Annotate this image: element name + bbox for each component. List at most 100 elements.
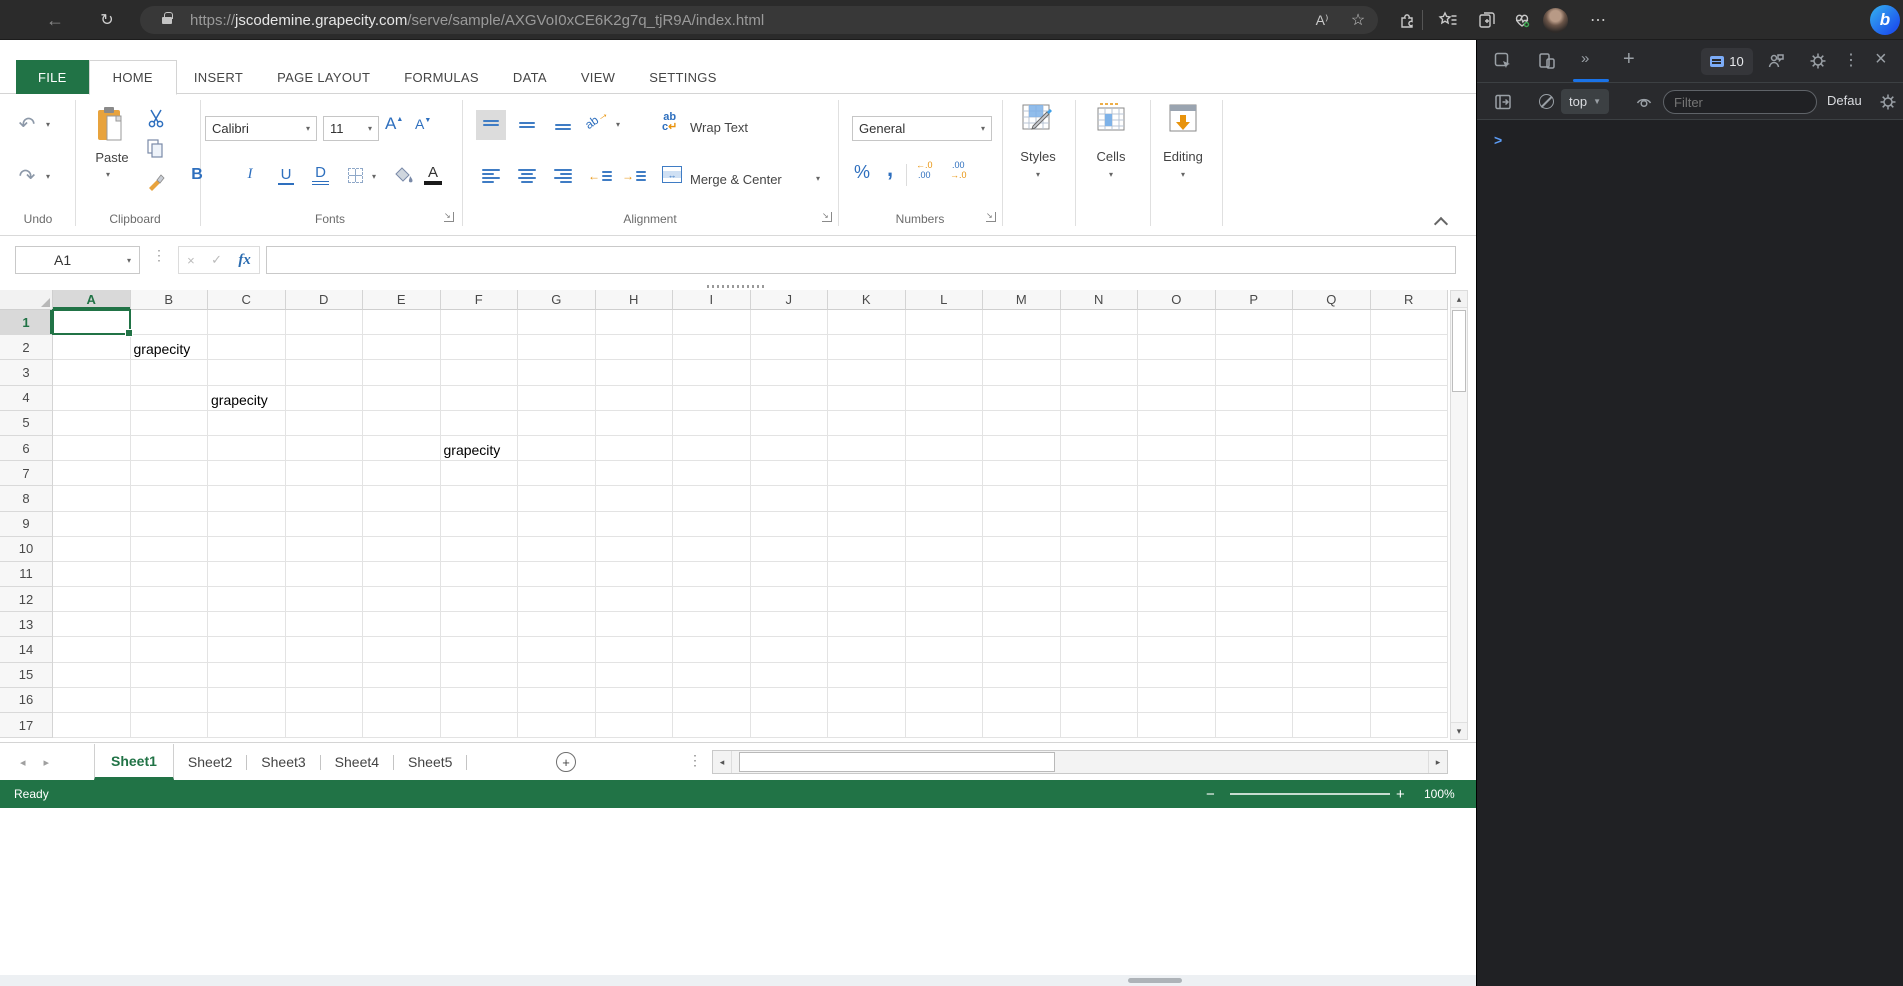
grid-cell-J7[interactable] (750, 461, 828, 487)
cells-button[interactable]: Cells ▾ (1078, 102, 1144, 228)
row-header-17[interactable]: 17 (0, 713, 53, 739)
url-text[interactable]: https://jscodemine.grapecity.com/serve/s… (190, 12, 764, 29)
ribbon-tab-insert[interactable]: INSERT (177, 60, 260, 94)
grid-cell-R16[interactable] (1370, 687, 1448, 713)
grid-cell-C13[interactable] (208, 612, 286, 638)
grid-cell-E11[interactable] (363, 561, 441, 588)
ribbon-tab-file[interactable]: FILE (16, 60, 89, 94)
grid-cell-L5[interactable] (905, 410, 983, 436)
editing-button[interactable]: Editing ▾ (1150, 102, 1216, 228)
bing-chat-icon[interactable]: b (1870, 5, 1900, 35)
grid-cell-B4[interactable] (130, 385, 208, 411)
grid-cell-H12[interactable] (595, 587, 673, 613)
grid-cell-G10[interactable] (518, 536, 596, 562)
select-all-corner[interactable] (0, 290, 53, 310)
grid-cell-P13[interactable] (1215, 612, 1293, 638)
grid-cell-K10[interactable] (828, 536, 906, 562)
grid-cell-H13[interactable] (595, 612, 673, 638)
grid-cell-I8[interactable] (673, 486, 751, 512)
grid-cell-O10[interactable] (1138, 536, 1216, 562)
grid-cell-G3[interactable] (518, 360, 596, 386)
grid-cell-L11[interactable] (905, 561, 983, 588)
sheet-menu-dots-icon[interactable]: ⋮ (688, 752, 702, 769)
issues-icon[interactable] (1767, 52, 1785, 70)
grid-cell-Q16[interactable] (1293, 687, 1371, 713)
row-header-12[interactable]: 12 (0, 587, 53, 613)
grid-cell-B17[interactable] (130, 713, 208, 739)
grid-cell-D16[interactable] (285, 687, 363, 713)
grid-cell-H5[interactable] (595, 410, 673, 436)
grid-cell-N14[interactable] (1060, 637, 1138, 663)
column-header-C[interactable]: C (208, 290, 286, 310)
fonts-dialog-launcher[interactable]: ↘ (444, 212, 454, 222)
bold-button[interactable]: B (186, 166, 208, 184)
grid-cell-I2[interactable] (673, 335, 751, 361)
grid-cell-D6[interactable] (285, 435, 363, 462)
grid-cell-L2[interactable] (905, 335, 983, 361)
grid-cell-H16[interactable] (595, 687, 673, 713)
grid-cell-R3[interactable] (1370, 360, 1448, 386)
grid-cell-R13[interactable] (1370, 612, 1448, 638)
grid-cell-N4[interactable] (1060, 385, 1138, 411)
grid-cell-J4[interactable] (750, 385, 828, 411)
undo-button[interactable]: ↶ (14, 112, 40, 136)
grid-cell-H2[interactable] (595, 335, 673, 361)
grid-cell-A6[interactable] (53, 435, 131, 462)
grid-cell-F8[interactable] (440, 486, 518, 512)
percent-style-button[interactable]: % (850, 162, 874, 183)
grid-cell-E8[interactable] (363, 486, 441, 512)
row-header-4[interactable]: 4 (0, 385, 53, 411)
grid-cell-Q2[interactable] (1293, 335, 1371, 361)
grid-cell-H11[interactable] (595, 561, 673, 588)
grid-cell-E3[interactable] (363, 360, 441, 386)
merge-center-label[interactable]: Merge & Center (690, 172, 782, 187)
grid-cell-M8[interactable] (983, 486, 1061, 512)
more-panels-icon[interactable]: » (1581, 50, 1590, 67)
grid-cell-B9[interactable] (130, 511, 208, 537)
redo-dropdown-icon[interactable]: ▾ (46, 172, 50, 181)
grid-cell-I10[interactable] (673, 536, 751, 562)
grid-cell-A11[interactable] (53, 561, 131, 588)
grid-cell-K14[interactable] (828, 637, 906, 663)
grid-cell-A9[interactable] (53, 511, 131, 537)
grid-cell-F9[interactable] (440, 511, 518, 537)
grid-cell-P14[interactable] (1215, 637, 1293, 663)
grid-cell-G6[interactable] (518, 435, 596, 462)
grid-cell-A4[interactable] (53, 385, 131, 411)
grid-cell-P9[interactable] (1215, 511, 1293, 537)
grid-cell-K15[interactable] (828, 662, 906, 688)
grid-cell-J11[interactable] (750, 561, 828, 588)
grid-cell-N10[interactable] (1060, 536, 1138, 562)
scroll-up-icon[interactable]: ▴ (1451, 291, 1467, 308)
grid-cell-N1[interactable] (1060, 310, 1138, 336)
grid-cell-N13[interactable] (1060, 612, 1138, 638)
grid-cell-G9[interactable] (518, 511, 596, 537)
grid-cell-I6[interactable] (673, 435, 751, 462)
collections-icon[interactable] (1477, 10, 1497, 30)
grid-cell-K5[interactable] (828, 410, 906, 436)
row-header-10[interactable]: 10 (0, 536, 53, 562)
double-underline-button[interactable]: D (312, 164, 329, 185)
grid-cell-M17[interactable] (983, 713, 1061, 739)
grid-cell-J15[interactable] (750, 662, 828, 688)
grid-cell-J2[interactable] (750, 335, 828, 361)
grid-cell-N11[interactable] (1060, 561, 1138, 588)
font-color-icon[interactable]: A (424, 164, 442, 185)
row-header-8[interactable]: 8 (0, 486, 53, 512)
font-family-select[interactable]: Calibri ▾ (205, 116, 317, 141)
decrease-decimal-button[interactable]: ←.0.00 (916, 160, 933, 180)
grid-cell-E1[interactable] (363, 310, 441, 336)
column-header-R[interactable]: R (1370, 290, 1448, 310)
vertical-scrollbar[interactable]: ▴ ▾ (1450, 290, 1468, 740)
grid-cell-I1[interactable] (673, 310, 751, 336)
grid-cell-F5[interactable] (440, 410, 518, 436)
grid-cell-K7[interactable] (828, 461, 906, 487)
grid-cell-M1[interactable] (983, 310, 1061, 336)
sheet-tab-sheet1[interactable]: Sheet1 (94, 744, 174, 780)
grid-cell-B7[interactable] (130, 461, 208, 487)
grid-cell-I9[interactable] (673, 511, 751, 537)
grid-cell-O3[interactable] (1138, 360, 1216, 386)
grid-cell-Q3[interactable] (1293, 360, 1371, 386)
grid-cell-C8[interactable] (208, 486, 286, 512)
back-icon[interactable]: ← (40, 0, 70, 40)
